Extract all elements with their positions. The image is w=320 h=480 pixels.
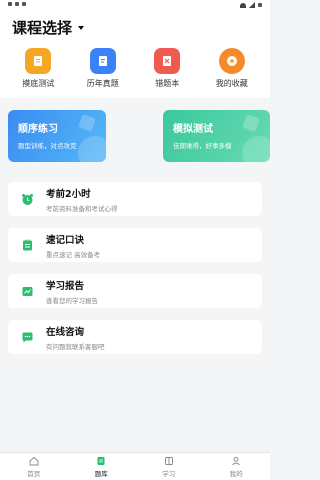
mock-test-card[interactable]: 模拟测试 佳期难得，好事多模 xyxy=(163,110,270,162)
bottom-tab-bar: 首页 题库 学习 我的 xyxy=(0,452,270,480)
list-item-subtitle: 考前资料准备和考试心得 xyxy=(46,204,118,213)
tab-label: 学习 xyxy=(162,469,176,478)
signal-icon xyxy=(249,2,255,8)
list-item-exam-prep[interactable]: 考前2小时 考前资料准备和考试心得 xyxy=(8,182,262,216)
list-item-subtitle: 有问题就联系客服吧 xyxy=(46,342,105,351)
sequential-practice-card[interactable]: 顺序练习 题型训练，对点攻克 xyxy=(8,110,106,162)
practice-cards: 顺序练习 题型训练，对点攻克 模拟测试 佳期难得，好事多模 xyxy=(8,110,270,162)
battery-icon xyxy=(258,3,262,7)
app-header: 课程选择 xyxy=(0,12,270,40)
app-status-icon xyxy=(22,2,26,6)
wrong-book-icon xyxy=(154,48,181,74)
quick-actions: 摸底测试 历年真题 错题本 我的收藏 xyxy=(0,40,270,98)
caret-down-icon xyxy=(78,25,85,30)
quick-action-favorites[interactable]: 我的收藏 xyxy=(203,48,261,98)
chart-icon xyxy=(18,282,36,300)
alarm-clock-icon xyxy=(18,190,36,208)
chat-icon xyxy=(18,328,36,346)
tab-study[interactable]: 学习 xyxy=(144,456,194,478)
notebook-icon xyxy=(18,236,36,254)
page-title: 课程选择 xyxy=(12,19,73,37)
list-item-online-consult[interactable]: 在线咨询 有问题就联系客服吧 xyxy=(8,320,262,354)
quick-action-label: 错题本 xyxy=(155,79,180,88)
list-item-title: 学习报告 xyxy=(46,280,85,292)
status-bar xyxy=(0,0,270,12)
tab-profile[interactable]: 我的 xyxy=(211,456,261,478)
quick-action-label: 我的收藏 xyxy=(215,79,248,88)
notification-icon xyxy=(8,2,12,6)
tab-question-bank[interactable]: 题库 xyxy=(76,456,126,478)
tab-label: 题库 xyxy=(94,469,108,478)
quick-action-past-papers[interactable]: 历年真题 xyxy=(74,48,132,98)
book-icon xyxy=(164,456,173,465)
list-item-title: 考前2小时 xyxy=(46,188,91,200)
question-bank-icon xyxy=(97,456,105,465)
quick-action-mock-diagnostic[interactable]: 摸底测试 xyxy=(9,48,67,98)
quick-action-label: 历年真题 xyxy=(86,79,119,88)
document-icon xyxy=(89,48,116,74)
tab-home[interactable]: 首页 xyxy=(9,456,59,478)
list-item-title: 速记口诀 xyxy=(46,234,85,246)
tab-label: 我的 xyxy=(229,469,243,478)
tab-label: 首页 xyxy=(27,469,41,478)
feature-list: 考前2小时 考前资料准备和考试心得 速记口诀 重点速记 高效备考 学习报告 查看… xyxy=(8,182,262,366)
star-icon xyxy=(218,48,245,74)
list-item-subtitle: 查看您的学习报告 xyxy=(46,296,98,305)
list-item-title: 在线咨询 xyxy=(46,326,85,338)
profile-icon xyxy=(232,456,241,465)
status-right xyxy=(240,2,262,8)
wifi-icon xyxy=(240,2,246,8)
list-item-subtitle: 重点速记 高效备考 xyxy=(46,250,101,259)
course-selector[interactable]: 课程选择 xyxy=(12,17,85,38)
list-item-mnemonics[interactable]: 速记口诀 重点速记 高效备考 xyxy=(8,228,262,262)
status-left xyxy=(8,2,26,6)
card-decoration xyxy=(242,136,270,162)
quick-action-wrong-book[interactable]: 错题本 xyxy=(138,48,196,98)
card-decoration xyxy=(78,136,106,162)
download-icon xyxy=(15,2,19,6)
list-item-study-report[interactable]: 学习报告 查看您的学习报告 xyxy=(8,274,262,308)
clipboard-icon xyxy=(25,48,52,74)
quick-action-label: 摸底测试 xyxy=(22,79,55,88)
home-icon xyxy=(29,456,39,465)
